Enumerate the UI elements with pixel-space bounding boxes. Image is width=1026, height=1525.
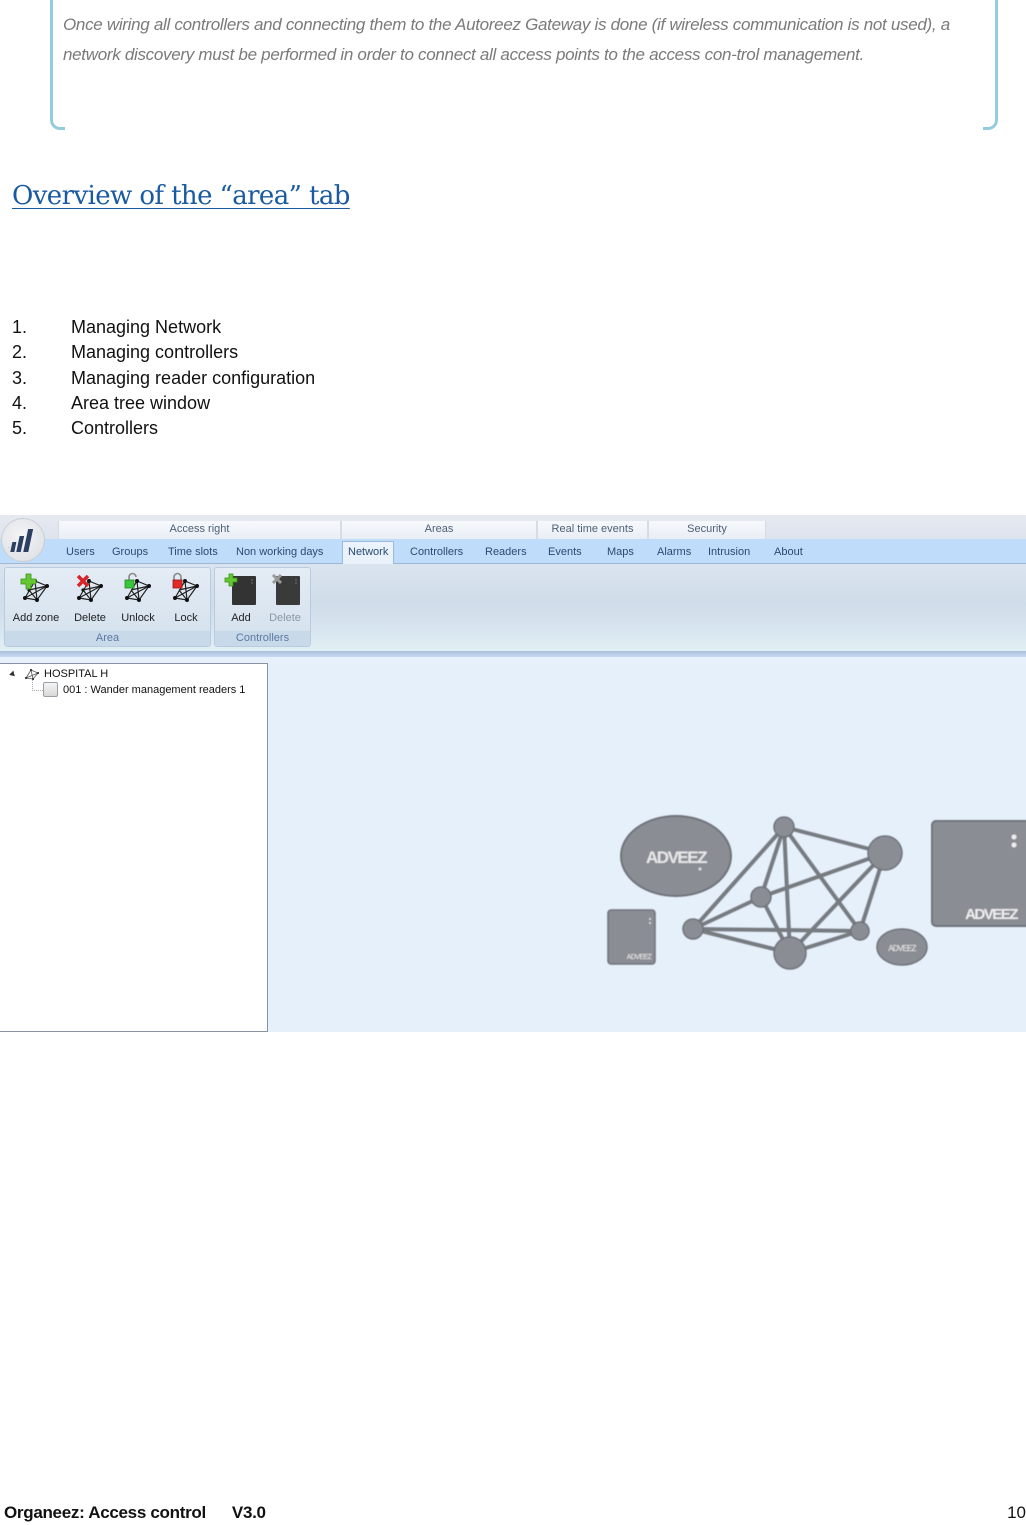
app-menu-button[interactable]	[1, 518, 45, 562]
tree-node-root[interactable]: HOSPITAL H	[9, 668, 109, 680]
ribbon: Add zone Delete Unlock Lock Area Add Del…	[0, 564, 1026, 652]
delete-zone-button[interactable]: Delete	[67, 572, 113, 624]
footer-version: V3.0	[231, 1503, 266, 1522]
tab-time-slots[interactable]: Time slots	[168, 542, 218, 563]
controllers-canvas: ADVEEZ ADVEEZ ADVEEZ ADVEEZ	[268, 663, 1026, 1032]
list-text: Managing controllers	[71, 342, 239, 363]
tab-groups: Access right Areas Real time events Secu…	[58, 521, 766, 539]
tab-group-areas: Areas	[341, 521, 537, 539]
area-tree-window: HOSPITAL H 001 : Wander management reade…	[0, 663, 268, 1032]
network-node	[850, 921, 870, 941]
network-node	[682, 918, 704, 940]
tab-events[interactable]: Events	[548, 542, 582, 563]
ribbon-group-area: Add zone Delete Unlock Lock Area	[4, 567, 211, 647]
list-text: Managing Network	[71, 317, 222, 337]
list-number: 5.	[12, 418, 28, 439]
unlock-zone-label: Unlock	[121, 612, 155, 624]
numbered-list: 1. Managing Network 2. Managing controller…	[12, 317, 315, 443]
tab-about[interactable]: About	[774, 542, 803, 563]
list-item: 2. Managing controllers	[12, 342, 315, 367]
controller-icon	[43, 682, 58, 697]
zone-network-icon	[24, 668, 40, 680]
tab-readers[interactable]: Readers	[485, 542, 527, 563]
footer-title: Organeez: Access control	[4, 1503, 206, 1522]
unlock-zone-button[interactable]: Unlock	[115, 572, 161, 624]
network-illustration: ADVEEZ ADVEEZ ADVEEZ ADVEEZ	[607, 815, 1026, 970]
list-number: 4.	[12, 392, 28, 413]
tab-group-real-time-events: Real time events	[537, 521, 648, 539]
svg-text:ADVEEZ: ADVEEZ	[627, 954, 653, 961]
delete-controller-icon	[268, 572, 302, 606]
add-zone-label: Add zone	[12, 612, 60, 624]
tab-bar: Users Groups Time slots Non working days…	[0, 539, 1026, 565]
list-item: 1. Managing Network	[12, 317, 315, 342]
list-item: 5. Controllers	[12, 418, 315, 443]
list-number: 1.	[12, 317, 28, 337]
oval-reader-small: ADVEEZ	[876, 928, 928, 966]
list-text: Managing reader configuration	[71, 367, 316, 388]
list-text: Area tree window	[71, 392, 211, 413]
svg-text:ADVEEZ: ADVEEZ	[965, 906, 1018, 923]
tab-controllers[interactable]: Controllers	[410, 542, 463, 563]
tree-child-label: 001 : Wander management readers 1	[63, 683, 246, 696]
app-screenshot: Access right Areas Real time events Secu…	[0, 515, 1026, 1032]
controller-box-large: ADVEEZ	[931, 820, 1026, 927]
tab-users[interactable]: Users	[66, 542, 95, 563]
add-controller-label: Add	[231, 612, 251, 624]
delete-zone-label: Delete	[74, 612, 106, 624]
callout-text: Once wiring all controllers and connecti…	[63, 15, 950, 64]
lock-zone-button[interactable]: Lock	[163, 572, 209, 624]
list-number: 3.	[12, 367, 28, 388]
expand-triangle-icon[interactable]	[9, 670, 17, 678]
add-controller-button[interactable]: Add	[219, 572, 263, 624]
brand-text: ADVEEZ	[646, 848, 707, 867]
list-item: 4. Area tree window	[12, 393, 315, 418]
callout-right-bracket	[983, 0, 998, 130]
section-heading: Overview of the “area” tab	[12, 181, 350, 211]
page-number: 10	[1007, 1503, 1026, 1522]
add-zone-icon	[19, 572, 53, 606]
network-node	[867, 835, 903, 871]
ribbon-group-label: Area	[5, 631, 210, 646]
list-item: 3. Managing reader configuration	[12, 368, 315, 393]
network-node	[773, 936, 807, 970]
delete-controller-label: Delete	[269, 612, 301, 624]
footer: Organeez: Access control V3.0	[4, 1503, 266, 1523]
ribbon-group-label: Controllers	[215, 631, 310, 646]
network-node	[773, 816, 795, 838]
list-number: 2.	[12, 342, 28, 363]
tree-node-child[interactable]: 001 : Wander management readers 1	[43, 682, 245, 697]
tab-intrusion[interactable]: Intrusion	[708, 542, 750, 563]
unlock-zone-icon	[121, 572, 155, 606]
tab-group-access-right: Access right	[58, 521, 341, 539]
ribbon-group-controllers: Add Delete Controllers	[214, 567, 311, 647]
network-node	[750, 886, 772, 908]
tab-network[interactable]: Network	[342, 541, 395, 565]
svg-text:ADVEEZ: ADVEEZ	[888, 944, 916, 953]
box-reader-small: ADVEEZ	[607, 909, 656, 965]
tree-connector	[32, 680, 43, 691]
signal-bars-icon	[8, 529, 34, 552]
callout-box: Once wiring all controllers and connecti…	[50, 0, 998, 130]
tab-non-working-days[interactable]: Non working days	[236, 542, 323, 563]
tab-alarms[interactable]: Alarms	[657, 542, 691, 563]
delete-zone-icon	[73, 572, 107, 606]
tab-group-security: Security	[648, 521, 766, 539]
tree-root-label: HOSPITAL H	[44, 668, 109, 680]
tab-maps[interactable]: Maps	[607, 542, 634, 563]
list-text: Controllers	[71, 418, 159, 439]
add-zone-button[interactable]: Add zone	[9, 572, 63, 624]
ribbon-divider	[0, 651, 1026, 657]
tab-groups[interactable]: Groups	[112, 542, 148, 563]
lock-zone-icon	[169, 572, 203, 606]
lock-zone-label: Lock	[174, 612, 198, 624]
add-controller-icon	[224, 572, 258, 606]
delete-controller-button[interactable]: Delete	[263, 572, 307, 624]
